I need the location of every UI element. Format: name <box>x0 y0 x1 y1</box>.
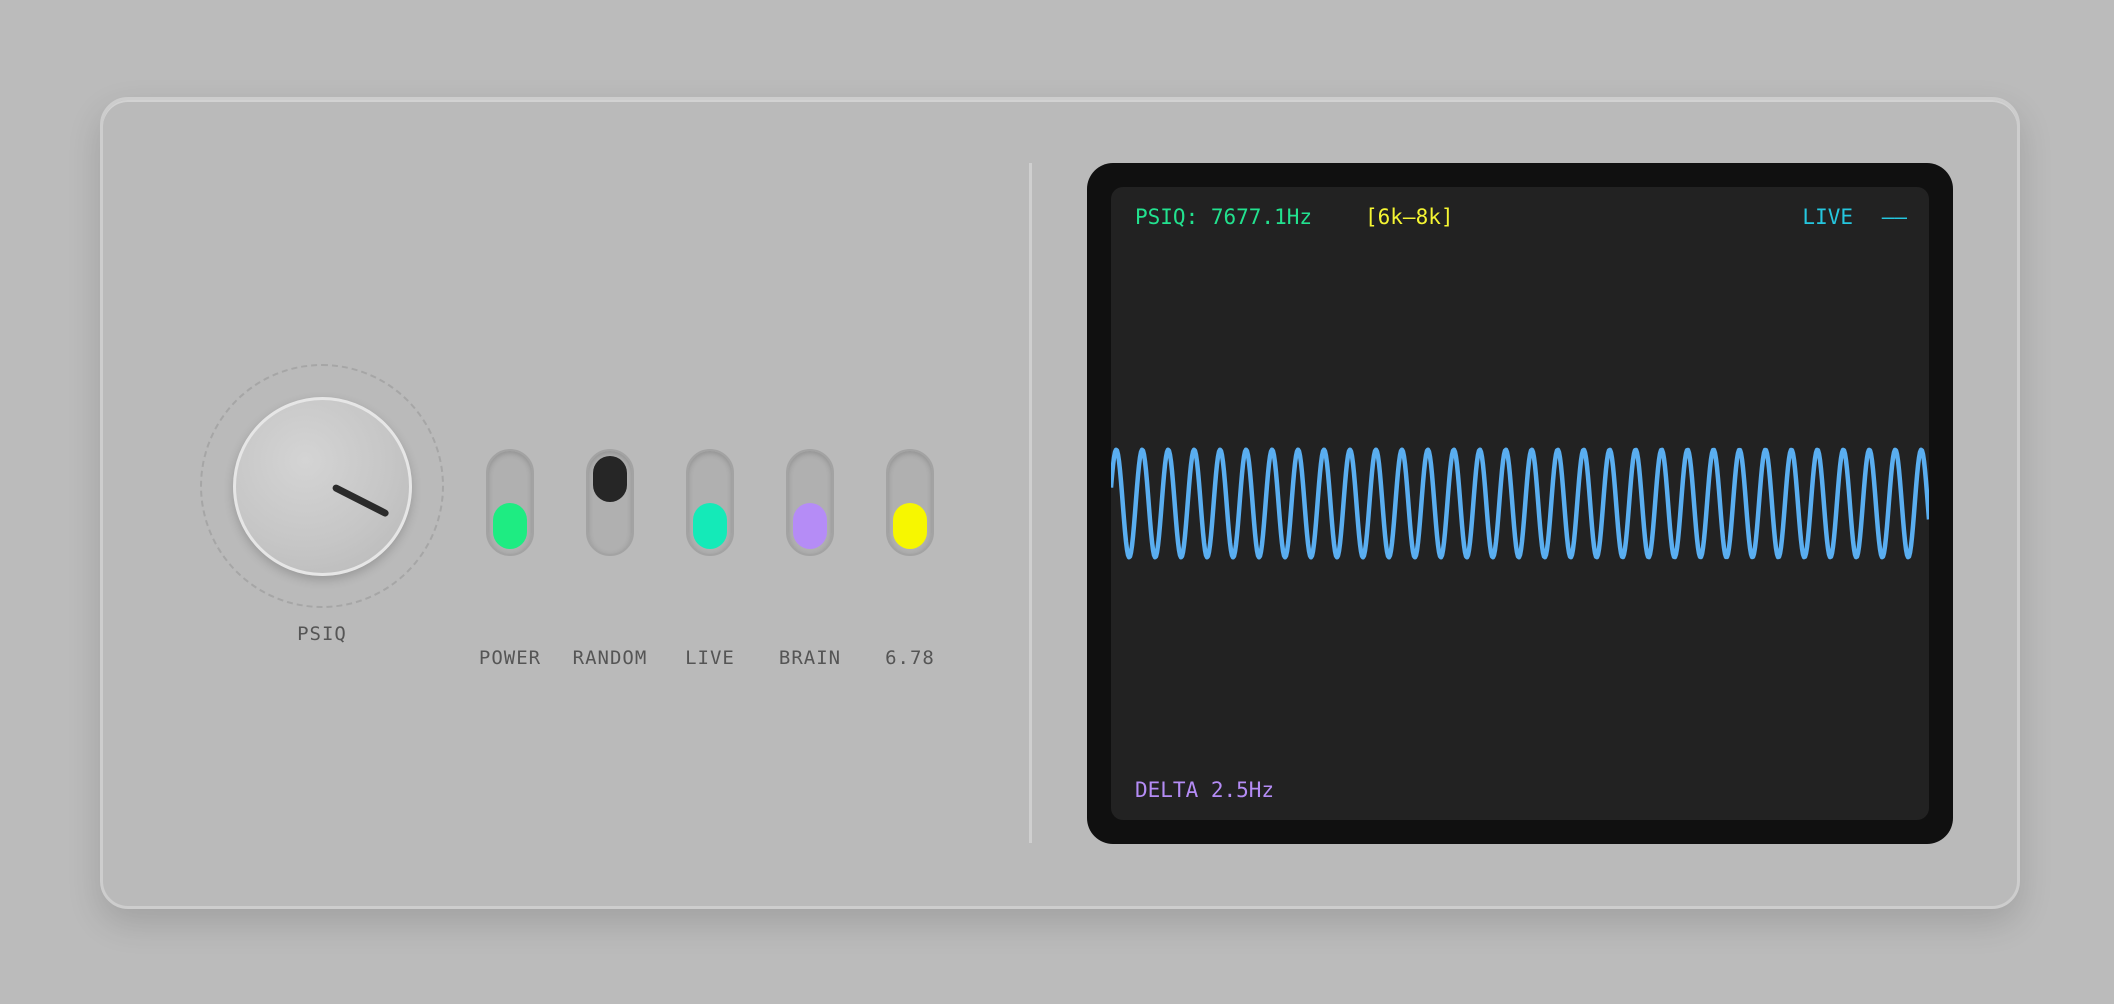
oscilloscope-screen: PSIQ: 7677.1Hz [6k–8k] LIVE –– DELTA 2.5… <box>1111 187 1929 820</box>
frequency-range: [6k–8k] <box>1365 205 1454 229</box>
frequency-6-78-switch-label: 6.78 <box>885 647 935 669</box>
random-switch-thumb <box>593 456 627 502</box>
oscilloscope-bezel: PSIQ: 7677.1Hz [6k–8k] LIVE –– DELTA 2.5… <box>1087 163 1953 844</box>
live-switch[interactable] <box>686 449 734 556</box>
brain-switch[interactable] <box>786 449 834 556</box>
live-indicator: –– <box>1881 205 1907 229</box>
psiq-knob-label: PSIQ <box>297 623 347 645</box>
frequency-readout: PSIQ: 7677.1Hz <box>1135 205 1313 229</box>
device-panel: PSIQ POWER RANDOM LIVE BRAIN 6.78 PSIQ: … <box>100 97 2020 909</box>
brain-switch-label: BRAIN <box>778 647 842 669</box>
random-switch-label: RANDOM <box>572 647 648 669</box>
random-switch[interactable] <box>586 449 634 556</box>
live-switch-label: LIVE <box>685 647 735 669</box>
power-switch-label: POWER <box>478 647 542 669</box>
waveform-display <box>1111 447 1929 560</box>
waveform-line <box>1111 447 1929 560</box>
live-status: LIVE <box>1802 205 1853 229</box>
brain-switch-thumb <box>793 503 827 549</box>
psiq-knob[interactable] <box>233 397 412 576</box>
live-switch-thumb <box>693 503 727 549</box>
frequency-6-78-switch-thumb <box>893 503 927 549</box>
panel-divider <box>1029 163 1032 843</box>
power-switch[interactable] <box>486 449 534 556</box>
knob-pointer-indicator <box>330 483 390 518</box>
frequency-6-78-switch[interactable] <box>886 449 934 556</box>
delta-readout: DELTA 2.5Hz <box>1135 778 1275 802</box>
power-switch-thumb <box>493 503 527 549</box>
